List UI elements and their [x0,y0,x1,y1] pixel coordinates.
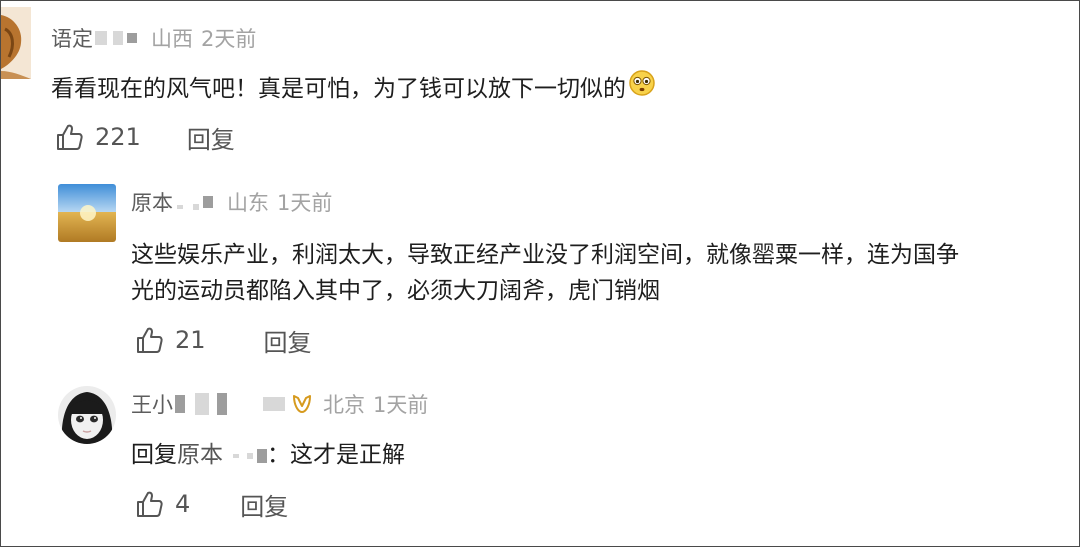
redacted-username [247,452,253,459]
redacted-username [263,397,285,411]
comment-text-container: 看看现在的风气吧！真是可怕，为了钱可以放下一切似的 [51,69,656,110]
redacted-username [257,448,267,463]
redacted-username [127,33,137,43]
username[interactable]: 语定 [51,23,93,53]
like-button[interactable]: 221 [55,122,141,152]
timestamp: 1天前 [373,393,429,417]
timestamp: 1天前 [277,191,333,215]
comment-panel: 语定 山西 2天前 看看现在的风气吧！真是可怕，为了钱可以放下一切似的 221 … [0,0,1080,547]
comment-actions: 21 回复 [135,322,312,358]
location: 山西 [151,27,193,51]
username[interactable]: 原本 [131,187,173,217]
thumbs-up-icon [137,491,163,517]
reply-button[interactable]: 回复 [240,487,288,522]
reply-button[interactable]: 回复 [264,323,312,358]
comment-header: 王小 北京 1天前 [131,389,428,419]
reply-button[interactable]: 回复 [187,120,235,155]
like-count: 4 [175,490,191,518]
vip-badge-icon [291,393,313,415]
reply-to-username[interactable]: 原本 [177,442,223,468]
avatar[interactable] [58,386,116,444]
timestamp: 2天前 [201,27,257,51]
username[interactable]: 王小 [131,389,173,419]
like-button[interactable]: 21 [135,325,206,355]
redacted-username [177,205,183,209]
redacted-username [193,204,199,210]
avatar[interactable] [58,184,116,242]
colon-separator: ： [267,442,290,468]
comment-text-container: 回复原本 ：这才是正解 [131,435,405,475]
reply-prefix: 回复 [131,442,177,468]
location: 北京 [323,393,365,417]
redacted-username [217,393,227,415]
comment-header: 原本 山东 1天前 [131,187,332,217]
redacted-username [195,393,209,415]
comment-text-line: 光的运动员都陷入其中了，必须大刀阔斧，虎门销烟 [131,278,660,304]
thumbs-up-icon [137,327,163,353]
comment-actions: 221 回复 [55,119,235,155]
redacted-username [95,31,107,45]
comment-text-line: 这些娱乐产业，利润太大，导致正经产业没了利润空间，就像罂粟一样，连为国争 [131,242,959,268]
worried-face-emoji-icon [628,69,656,110]
thumbs-up-icon [57,124,83,150]
like-count: 221 [95,123,141,151]
comment-header: 语定 山西 2天前 [51,23,256,53]
redacted-username [233,453,239,458]
comment-text: 看看现在的风气吧！真是可怕，为了钱可以放下一切似的 [51,76,626,102]
like-button[interactable]: 4 [135,489,190,519]
redacted-username [113,31,123,45]
comment-text: 这才是正解 [290,442,405,468]
comment-text-container: 这些娱乐产业，利润太大，导致正经产业没了利润空间，就像罂粟一样，连为国争 光的运… [131,235,959,311]
location: 山东 [227,191,269,215]
avatar[interactable] [1,7,31,79]
comment-actions: 4 回复 [135,486,288,522]
redacted-username [175,395,185,413]
redacted-username [203,196,213,208]
like-count: 21 [175,326,206,354]
